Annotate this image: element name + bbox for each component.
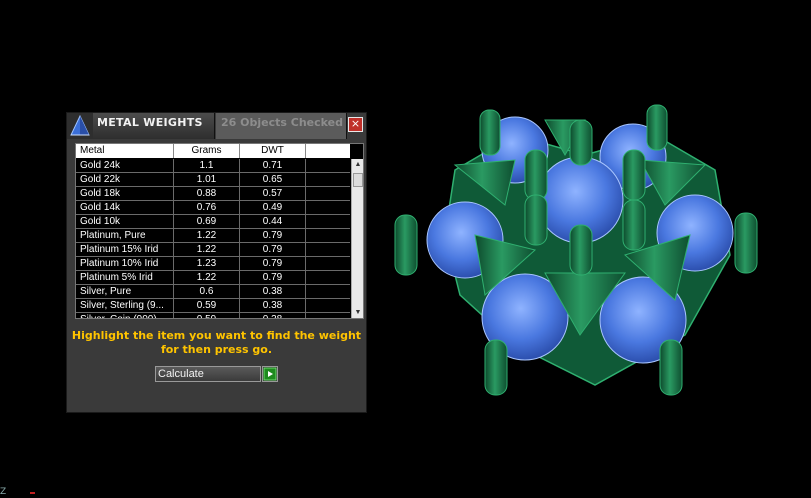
metal-cell: Platinum 15% Irid — [76, 243, 174, 256]
table-header: Metal Grams DWT — [76, 144, 350, 158]
grams-cell: 0.59 — [174, 299, 240, 312]
close-icon: × — [350, 117, 361, 130]
column-header-dwt[interactable]: DWT — [240, 144, 306, 158]
axis-indicator — [30, 492, 35, 494]
dwt-cell: 0.49 — [240, 201, 306, 214]
table-body: Gold 24k 1.1 0.71 Gold 22k 1.01 0.65 Gold 18k 0… — [76, 159, 350, 318]
blank-cell — [306, 187, 350, 200]
calculate-select[interactable]: Calculate — [155, 366, 261, 382]
metal-cell: Gold 10k — [76, 215, 174, 228]
column-header-blank[interactable] — [306, 144, 350, 158]
metal-cell: Gold 22k — [76, 173, 174, 186]
metal-cell: Platinum, Pure — [76, 229, 174, 242]
metal-weights-panel: METAL WEIGHTS 26 Objects Checked × Metal… — [66, 112, 367, 413]
dwt-cell: 0.71 — [240, 159, 306, 172]
dwt-cell: 0.65 — [240, 173, 306, 186]
metal-cell: Gold 18k — [76, 187, 174, 200]
table-row[interactable]: Platinum, Pure 1.22 0.79 — [76, 229, 350, 243]
blank-cell — [306, 257, 350, 270]
dwt-cell: 0.79 — [240, 257, 306, 270]
blank-cell — [306, 313, 350, 318]
grams-cell: 0.59 — [174, 313, 240, 318]
table-scrollbar[interactable]: ▲ ▼ — [351, 159, 363, 318]
panel-titlebar[interactable]: METAL WEIGHTS 26 Objects Checked × — [67, 113, 366, 139]
dwt-cell: 0.38 — [240, 313, 306, 318]
dwt-cell: 0.79 — [240, 243, 306, 256]
grams-cell: 0.69 — [174, 215, 240, 228]
blank-cell — [306, 215, 350, 228]
table-row[interactable]: Silver, Coin (900)0.590.38 — [76, 313, 350, 318]
metal-cell: Silver, Pure — [76, 285, 174, 298]
table-row[interactable]: Platinum 15% Irid 1.22 0.79 — [76, 243, 350, 257]
dwt-cell: 0.79 — [240, 271, 306, 284]
grams-cell: 1.22 — [174, 243, 240, 256]
dwt-cell: 0.57 — [240, 187, 306, 200]
table-row[interactable]: Platinum 10% Irid 1.23 0.79 — [76, 257, 350, 271]
table-row[interactable]: Gold 24k 1.1 0.71 — [76, 159, 350, 173]
blank-cell — [306, 173, 350, 186]
metal-table[interactable]: Metal Grams DWT Gold 24k 1.1 0.71 Gold 22k 1… — [75, 143, 364, 319]
grams-cell: 1.01 — [174, 173, 240, 186]
grams-cell: 1.23 — [174, 257, 240, 270]
blank-cell — [306, 243, 350, 256]
blank-cell — [306, 229, 350, 242]
grams-cell: 1.22 — [174, 229, 240, 242]
grams-cell: 0.6 — [174, 285, 240, 298]
blank-cell — [306, 201, 350, 214]
blank-cell — [306, 159, 350, 172]
grams-cell: 1.1 — [174, 159, 240, 172]
table-row[interactable]: Gold 22k 1.01 0.65 — [76, 173, 350, 187]
table-row[interactable]: Gold 10k 0.69 0.44 — [76, 215, 350, 229]
grams-cell: 1.22 — [174, 271, 240, 284]
dwt-cell: 0.44 — [240, 215, 306, 228]
scroll-down-arrow-icon[interactable]: ▼ — [353, 308, 363, 318]
instructions-text: Highlight the item you want to find the … — [71, 329, 362, 356]
scroll-up-arrow-icon[interactable]: ▲ — [353, 160, 363, 170]
dwt-cell: 0.38 — [240, 285, 306, 298]
dwt-cell: 0.38 — [240, 299, 306, 312]
close-button[interactable]: × — [348, 117, 363, 132]
table-row[interactable]: Gold 18k 0.88 0.57 — [76, 187, 350, 201]
scroll-thumb[interactable] — [353, 173, 363, 187]
metal-cell: Silver, Coin (900) — [76, 313, 174, 318]
table-row[interactable]: Silver, Sterling (9... 0.59 0.38 — [76, 299, 350, 313]
metal-cell: Platinum 5% Irid — [76, 271, 174, 284]
blank-cell — [306, 285, 350, 298]
table-row[interactable]: Silver, Pure 0.6 0.38 — [76, 285, 350, 299]
metal-cell: Gold 14k — [76, 201, 174, 214]
grams-cell: 0.88 — [174, 187, 240, 200]
blank-cell — [306, 299, 350, 312]
dwt-cell: 0.79 — [240, 229, 306, 242]
table-row[interactable]: Gold 14k 0.76 0.49 — [76, 201, 350, 215]
objects-checked-status: 26 Objects Checked — [221, 116, 343, 129]
3d-viewport[interactable] — [385, 95, 785, 405]
metal-cell: Gold 24k — [76, 159, 174, 172]
go-button[interactable] — [262, 366, 278, 382]
table-row[interactable]: Platinum 5% Irid 1.22 0.79 — [76, 271, 350, 285]
column-header-metal[interactable]: Metal — [76, 144, 174, 158]
gem-pyramid-icon — [67, 113, 93, 139]
grams-cell: 0.76 — [174, 201, 240, 214]
blank-cell — [306, 271, 350, 284]
axis-label: Z — [0, 487, 7, 497]
metal-cell: Platinum 10% Irid — [76, 257, 174, 270]
panel-title: METAL WEIGHTS — [97, 116, 203, 129]
play-icon — [263, 367, 277, 381]
column-header-grams[interactable]: Grams — [174, 144, 240, 158]
metal-cell: Silver, Sterling (9... — [76, 299, 174, 312]
